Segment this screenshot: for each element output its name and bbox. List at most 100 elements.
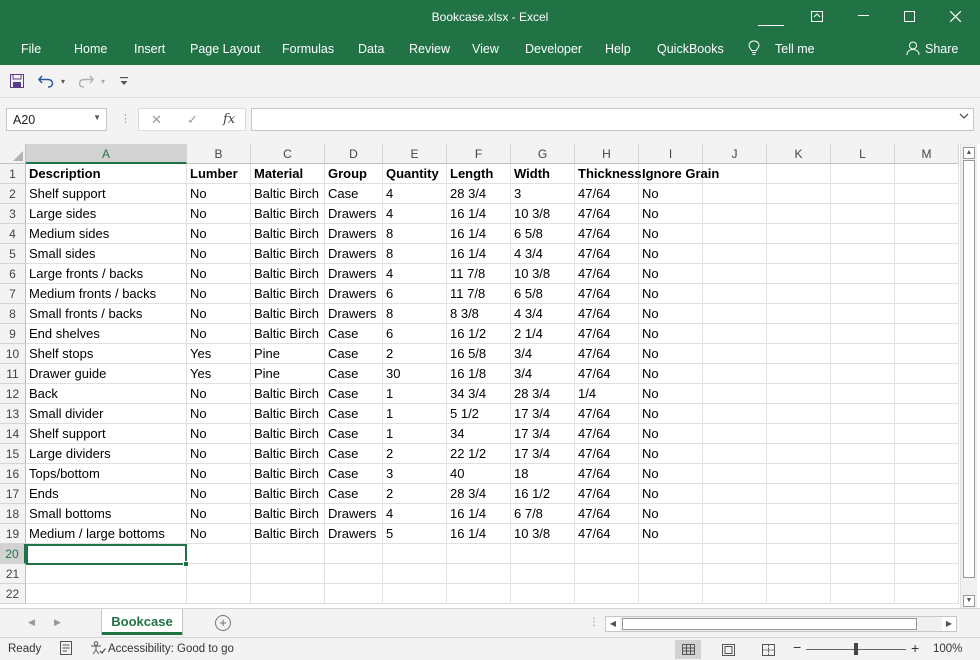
cell-i21[interactable] xyxy=(639,564,703,584)
scroll-up-icon[interactable]: ▲ xyxy=(963,147,975,159)
cell-j13[interactable] xyxy=(703,404,767,424)
cell-f1[interactable]: Length xyxy=(447,164,511,184)
row-header-6[interactable]: 6 xyxy=(0,264,26,284)
cell-i15[interactable]: No xyxy=(639,444,703,464)
name-box[interactable]: A20 ▼ xyxy=(6,108,107,131)
cell-c2[interactable]: Baltic Birch xyxy=(251,184,325,204)
tab-review[interactable]: Review xyxy=(409,42,450,56)
cell-h7[interactable]: 47/64 xyxy=(575,284,639,304)
row-header-14[interactable]: 14 xyxy=(0,424,26,444)
cell-d10[interactable]: Case xyxy=(325,344,383,364)
column-header-f[interactable]: F xyxy=(447,144,511,164)
expand-formula-bar-icon[interactable] xyxy=(959,112,969,123)
cell-e14[interactable]: 1 xyxy=(383,424,447,444)
cell-b1[interactable]: Lumber xyxy=(187,164,251,184)
cell-d12[interactable]: Case xyxy=(325,384,383,404)
cell-f10[interactable]: 16 5/8 xyxy=(447,344,511,364)
cell-g16[interactable]: 18 xyxy=(511,464,575,484)
cell-j17[interactable] xyxy=(703,484,767,504)
worksheet-grid[interactable]: A B C D E F G H I J K L M 1 Description Lumber Material G… xyxy=(0,144,960,608)
cell-k19[interactable] xyxy=(767,524,831,544)
cell-k17[interactable] xyxy=(767,484,831,504)
cell-j4[interactable] xyxy=(703,224,767,244)
horizontal-scrollbar[interactable]: ◀ ▶ xyxy=(605,616,957,632)
row-header-1[interactable]: 1 xyxy=(0,164,26,184)
cell-l6[interactable] xyxy=(831,264,895,284)
cell-j3[interactable] xyxy=(703,204,767,224)
cell-l11[interactable] xyxy=(831,364,895,384)
active-cell-selection[interactable] xyxy=(26,544,189,567)
cell-e4[interactable]: 8 xyxy=(383,224,447,244)
cell-m22[interactable] xyxy=(895,584,959,604)
cell-f6[interactable]: 11 7/8 xyxy=(447,264,511,284)
cell-h14[interactable]: 47/64 xyxy=(575,424,639,444)
cell-b13[interactable]: No xyxy=(187,404,251,424)
cell-i7[interactable]: No xyxy=(639,284,703,304)
cell-l16[interactable] xyxy=(831,464,895,484)
cell-m9[interactable] xyxy=(895,324,959,344)
cell-b15[interactable]: No xyxy=(187,444,251,464)
cell-b16[interactable]: No xyxy=(187,464,251,484)
accessibility-icon[interactable] xyxy=(90,641,107,658)
cell-f14[interactable]: 34 xyxy=(447,424,511,444)
tab-file[interactable]: File xyxy=(21,42,41,56)
cell-k21[interactable] xyxy=(767,564,831,584)
cell-c7[interactable]: Baltic Birch xyxy=(251,284,325,304)
cell-c11[interactable]: Pine xyxy=(251,364,325,384)
cell-j14[interactable] xyxy=(703,424,767,444)
accessibility-status[interactable]: Accessibility: Good to go xyxy=(108,643,234,655)
column-header-k[interactable]: K xyxy=(767,144,831,164)
cell-j9[interactable] xyxy=(703,324,767,344)
cell-g13[interactable]: 17 3/4 xyxy=(511,404,575,424)
vertical-scrollbar[interactable]: ▲ ▼ xyxy=(960,144,977,610)
cell-i18[interactable]: No xyxy=(639,504,703,524)
cell-e6[interactable]: 4 xyxy=(383,264,447,284)
cell-a12[interactable]: Back xyxy=(26,384,187,404)
cell-l5[interactable] xyxy=(831,244,895,264)
row-header-9[interactable]: 9 xyxy=(0,324,26,344)
cell-g20[interactable] xyxy=(511,544,575,564)
cell-g11[interactable]: 3/4 xyxy=(511,364,575,384)
cell-h5[interactable]: 47/64 xyxy=(575,244,639,264)
cell-g17[interactable]: 16 1/2 xyxy=(511,484,575,504)
cell-m7[interactable] xyxy=(895,284,959,304)
cell-d2[interactable]: Case xyxy=(325,184,383,204)
cell-l13[interactable] xyxy=(831,404,895,424)
cell-j19[interactable] xyxy=(703,524,767,544)
cell-f21[interactable] xyxy=(447,564,511,584)
cell-c4[interactable]: Baltic Birch xyxy=(251,224,325,244)
column-header-j[interactable]: J xyxy=(703,144,767,164)
row-header-12[interactable]: 12 xyxy=(0,384,26,404)
cell-i14[interactable]: No xyxy=(639,424,703,444)
cell-l1[interactable] xyxy=(831,164,895,184)
cell-h1[interactable]: Thickness xyxy=(575,164,642,184)
cell-h22[interactable] xyxy=(575,584,639,604)
tab-split-handle-icon[interactable]: ⋮ xyxy=(589,617,599,628)
cell-d9[interactable]: Case xyxy=(325,324,383,344)
row-header-5[interactable]: 5 xyxy=(0,244,26,264)
normal-view-icon[interactable] xyxy=(675,640,701,659)
cell-d3[interactable]: Drawers xyxy=(325,204,383,224)
column-header-c[interactable]: C xyxy=(251,144,325,164)
cell-l15[interactable] xyxy=(831,444,895,464)
cell-g10[interactable]: 3/4 xyxy=(511,344,575,364)
row-header-16[interactable]: 16 xyxy=(0,464,26,484)
cell-h2[interactable]: 47/64 xyxy=(575,184,639,204)
cell-f2[interactable]: 28 3/4 xyxy=(447,184,511,204)
cell-j16[interactable] xyxy=(703,464,767,484)
cell-d21[interactable] xyxy=(325,564,383,584)
cell-f11[interactable]: 16 1/8 xyxy=(447,364,511,384)
cell-m15[interactable] xyxy=(895,444,959,464)
cell-a6[interactable]: Large fronts / backs xyxy=(26,264,187,284)
undo-icon[interactable] xyxy=(36,72,56,90)
lightbulb-icon[interactable] xyxy=(748,40,760,59)
tab-quickbooks[interactable]: QuickBooks xyxy=(657,42,724,56)
row-header-13[interactable]: 13 xyxy=(0,404,26,424)
cell-e8[interactable]: 8 xyxy=(383,304,447,324)
cell-i1[interactable]: Ignore Grain xyxy=(639,164,719,184)
horizontal-scroll-thumb[interactable] xyxy=(622,618,917,630)
cell-k16[interactable] xyxy=(767,464,831,484)
cell-i11[interactable]: No xyxy=(639,364,703,384)
cell-b22[interactable] xyxy=(187,584,251,604)
next-sheet-icon[interactable]: ▶ xyxy=(54,617,61,628)
